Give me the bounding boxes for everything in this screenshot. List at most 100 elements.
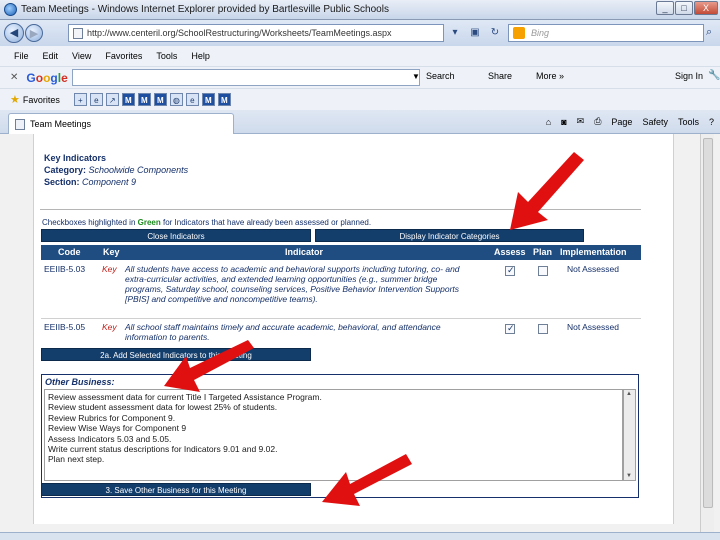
print-icon[interactable]: ⎙ [594,116,601,127]
tab-team-meetings[interactable]: Team Meetings [8,113,234,134]
favorites-icons: + e ↗ M M M ◍ e M M [73,93,231,106]
window-controls: _ □ X [656,1,718,15]
implementation-status: Not Assessed [567,264,619,274]
favorite-page-icon[interactable]: e [89,93,103,106]
category-value: Schoolwide Components [88,165,189,175]
note-suffix: for Indicators that have already been as… [160,218,372,227]
save-other-business-button[interactable]: 3. Save Other Business for this Meeting [41,483,311,496]
tools-menu[interactable]: Tools [678,117,699,127]
forward-button[interactable]: ▶ [25,24,43,42]
google-search-button[interactable]: Search [426,71,455,81]
indicator-table-header: Code Key Indicator Assess Plan Implement… [41,245,641,260]
google-dropdown-icon[interactable]: ▼ [412,72,420,81]
wrench-icon[interactable]: 🔧 [708,70,720,81]
other-business-line: Assess Indicators 5.03 and 5.05. [48,433,172,444]
favorite-page-icon[interactable]: e [185,93,199,106]
other-business-line: Review student assessment data for lowes… [48,402,278,413]
other-business-title: Other Business: [45,377,115,387]
google-logo: Google [26,70,68,85]
plan-checkbox[interactable] [538,266,548,276]
header-plan: Plan [533,247,553,257]
favorite-m-icon[interactable]: M [121,93,135,106]
search-input[interactable]: Bing [508,24,704,42]
favorite-m-icon[interactable]: M [153,93,167,106]
row-divider [41,318,641,319]
page-icon [73,27,83,39]
search-icon[interactable]: ⌕ [706,26,712,39]
header-code: Code [58,247,81,257]
google-search-input[interactable] [72,69,420,86]
vertical-scrollbar[interactable] [700,134,714,532]
compatibility-icon[interactable]: ▣ [468,26,482,40]
assess-checkbox[interactable] [505,265,515,276]
key-indicators-heading: Key Indicators [44,153,107,163]
bing-icon [513,27,525,39]
indicator-key: Key [102,322,117,332]
safety-menu[interactable]: Safety [642,117,668,127]
scroll-thumb[interactable] [703,138,713,508]
section-value: Component 9 [82,177,137,187]
google-toolbar: ✕ Google ▼ Search Share More » Sign In 🔧 [0,66,720,88]
note-green-word: Green [137,218,161,227]
indicator-text: All students have access to academic and… [125,264,460,304]
favorite-m-icon[interactable]: M [137,93,151,106]
menu-help[interactable]: Help [191,51,210,61]
google-more-button[interactable]: More » [536,71,564,81]
tab-bar: Team Meetings ⌂ ◙ ✉ ⎙ Page Safety Tools … [0,110,720,134]
indicator-key: Key [102,264,117,274]
page-menu[interactable]: Page [611,117,632,127]
close-button[interactable]: X [694,1,718,15]
note-prefix: Checkboxes highlighted in [42,218,138,227]
indicator-code: EEIIB-5.05 [44,322,86,332]
google-share-button[interactable]: Share [488,71,512,81]
back-button[interactable]: ◀ [4,23,24,43]
scroll-down-icon[interactable]: ▼ [626,473,632,479]
add-favorite-icon[interactable]: + [73,93,87,106]
menu-view[interactable]: View [72,51,91,61]
favorite-m-icon[interactable]: M [217,93,231,106]
favorites-label[interactable]: Favorites [23,95,60,105]
section-label: Section: [44,177,80,187]
close-indicators-button[interactable]: Close Indicators [41,229,311,242]
address-field[interactable]: http://www.centeril.org/SchoolRestructur… [68,24,444,42]
address-toolbar: ◀ ▶ http://www.centeril.org/SchoolRestru… [0,20,720,46]
google-signin-button[interactable]: Sign In [675,71,703,81]
refresh-icon[interactable]: ↻ [488,26,502,40]
minimize-button[interactable]: _ [656,1,674,15]
search-placeholder: Bing [531,28,550,38]
favorite-globe-icon[interactable]: ◍ [169,93,183,106]
textarea-scrollbar[interactable]: ▲ ▼ [623,389,636,481]
header-key: Key [103,247,120,257]
ie-logo-icon [4,3,17,16]
indicator-code: EEIIB-5.03 [44,264,86,274]
command-bar: ⌂ ◙ ✉ ⎙ Page Safety Tools ? [546,116,714,127]
menu-bar: File Edit View Favorites Tools Help [0,46,720,66]
other-business-line: Review Rubrics for Component 9. [48,412,176,423]
maximize-button[interactable]: □ [675,1,693,15]
toolbar-close-icon[interactable]: ✕ [10,72,18,83]
tab-label: Team Meetings [30,119,92,129]
scroll-up-icon[interactable]: ▲ [626,391,632,397]
window-titlebar: Team Meetings - Windows Internet Explore… [0,0,720,20]
table-row: EEIIB-5.05 Key All school staff maintain… [41,320,641,346]
mail-icon[interactable]: ✉ [577,116,585,127]
home-icon[interactable]: ⌂ [546,117,551,127]
favorites-star-icon[interactable]: ★ [10,93,20,106]
favorite-link-icon[interactable]: ↗ [105,93,119,106]
help-menu[interactable]: ? [709,117,714,127]
dropdown-icon[interactable]: ▾ [448,26,462,40]
menu-file[interactable]: File [14,51,29,61]
feeds-icon[interactable]: ◙ [561,117,566,127]
implementation-status: Not Assessed [567,322,619,332]
table-row: EEIIB-5.03 Key All students have access … [41,262,641,318]
assess-checkbox[interactable] [505,323,515,334]
other-business-line: Review assessment data for current Title… [48,392,322,402]
favorite-m-icon[interactable]: M [201,93,215,106]
menu-favorites[interactable]: Favorites [105,51,142,61]
plan-checkbox[interactable] [538,324,548,334]
menu-edit[interactable]: Edit [43,51,59,61]
favorites-bar: ★ Favorites + e ↗ M M M ◍ e M M [0,88,720,110]
menu-tools[interactable]: Tools [156,51,177,61]
other-business-line: Review Wise Ways for Component 9 [48,423,187,434]
category-label: Category: [44,165,87,175]
